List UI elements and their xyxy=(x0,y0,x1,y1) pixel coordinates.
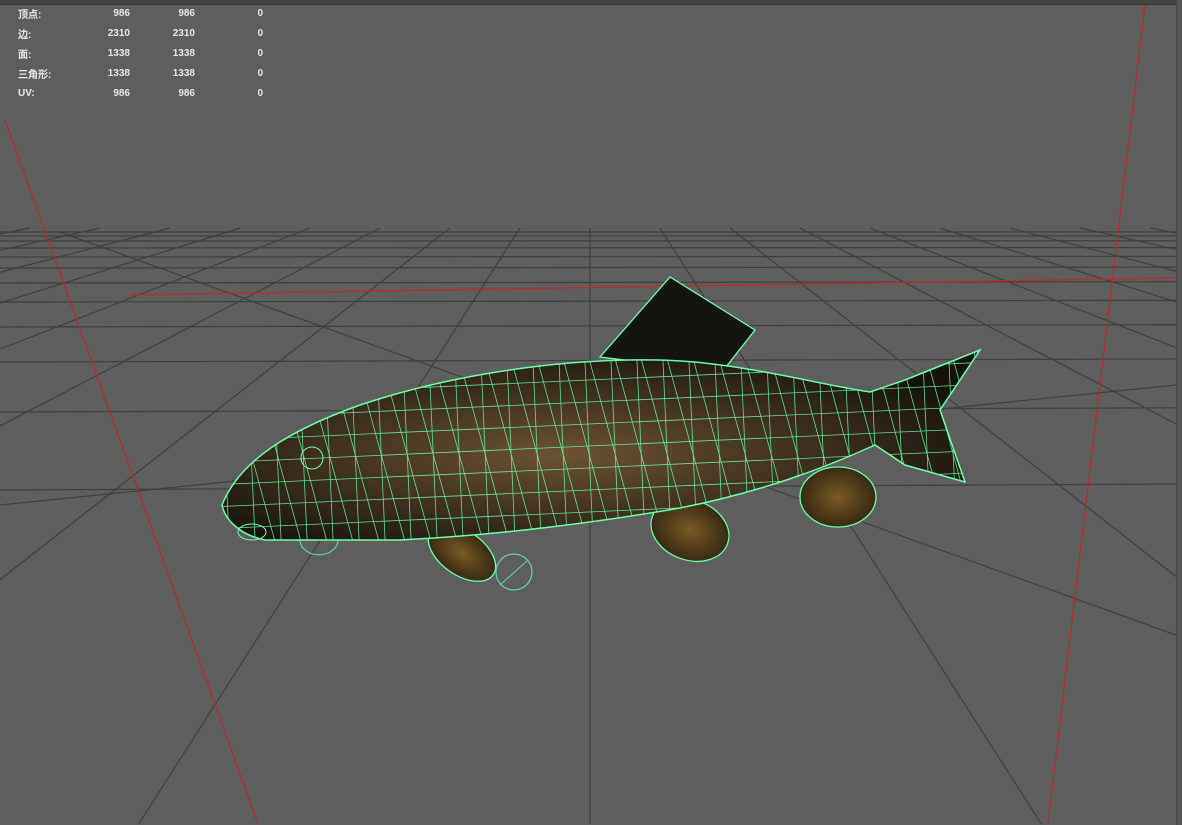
hud-row-faces: 面: 1338 1338 0 xyxy=(18,43,263,63)
grid-line xyxy=(0,227,241,304)
mesh-edge xyxy=(973,350,980,540)
hud-value: 0 xyxy=(257,87,263,99)
hud-row-edges: 边: 2310 2310 0 xyxy=(18,23,263,43)
hud-value: 0 xyxy=(257,27,263,39)
hud-value: 1338 xyxy=(172,67,195,79)
fish-model[interactable] xyxy=(210,276,1034,593)
hud-row-triangles: 三角形: 1338 1338 0 xyxy=(18,63,263,83)
dorsal-fin xyxy=(598,276,756,373)
hud-value: 0 xyxy=(257,7,263,19)
grid-line xyxy=(0,299,1177,303)
grid-line xyxy=(0,281,1177,284)
grid-line xyxy=(0,227,171,273)
hud-value: 0 xyxy=(257,47,263,59)
hud-label: 边: xyxy=(18,29,32,41)
hud-value: 2310 xyxy=(107,27,130,39)
hud-value: 986 xyxy=(113,87,130,99)
grid-line xyxy=(0,324,1177,328)
hud-value: 986 xyxy=(178,7,195,19)
hud-label: 面: xyxy=(18,49,32,61)
grid-line xyxy=(1009,227,1177,272)
hud-value: 986 xyxy=(178,87,195,99)
camera-frustum-line-left xyxy=(4,119,259,825)
hud-label: 三角形: xyxy=(18,69,52,81)
grid-line xyxy=(1079,227,1177,251)
hud-value: 0 xyxy=(257,67,263,79)
anal-fin xyxy=(799,466,877,528)
3d-viewport[interactable] xyxy=(0,0,1182,825)
mesh-edge xyxy=(222,350,231,540)
hud-row-vertices: 顶点: 986 986 0 xyxy=(18,3,263,23)
hud-value: 1338 xyxy=(107,67,130,79)
grid-line xyxy=(0,227,31,235)
mesh-edge xyxy=(973,350,980,540)
mesh-edge xyxy=(947,350,980,540)
hud-value: 1338 xyxy=(107,47,130,59)
camera-frustum-line-right xyxy=(1047,4,1146,825)
viewport-border xyxy=(1176,0,1182,825)
hud-row-uvs: UV: 986 986 0 xyxy=(18,83,263,103)
joint-locator-cross xyxy=(499,559,529,586)
poly-count-hud: 顶点: 986 986 0 边: 2310 2310 0 面: 1338 133… xyxy=(18,3,263,103)
grid-line xyxy=(0,255,1177,258)
grid-line xyxy=(0,266,1177,269)
hud-value: 2310 xyxy=(172,27,195,39)
hud-value: 1338 xyxy=(172,47,195,59)
hud-label: 顶点: xyxy=(18,9,42,21)
hud-value: 986 xyxy=(113,7,130,19)
grid-line xyxy=(939,227,1177,303)
hud-label: UV: xyxy=(18,87,35,99)
